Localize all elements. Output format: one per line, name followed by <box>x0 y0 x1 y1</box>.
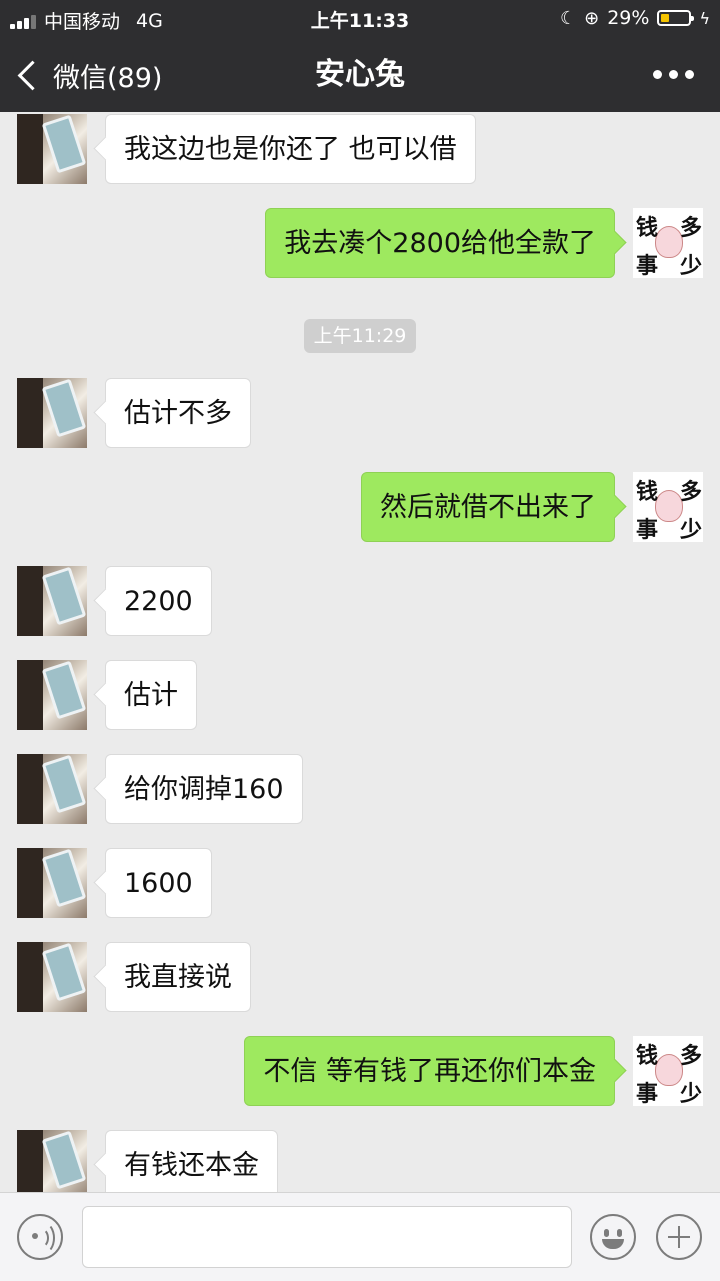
avatar-glyph: 钱 <box>636 479 659 505</box>
message-text: 2200 <box>124 586 193 617</box>
contact-avatar[interactable] <box>17 114 87 184</box>
outgoing-message-bubble[interactable]: 我去凑个2800给他全款了 <box>265 208 615 278</box>
message-row: 我这边也是你还了 也可以借 <box>0 114 720 184</box>
message-text: 我这边也是你还了 也可以借 <box>124 134 457 165</box>
avatar-glyph: 少 <box>680 517 703 542</box>
avatar-glyph: 钱 <box>636 1043 659 1069</box>
avatar-glyph: 多 <box>680 479 703 505</box>
avatar-glyph: 钱 <box>636 215 659 241</box>
chat-area[interactable]: 上午11:29 我这边也是你还了 也可以借钱多事少我去凑个2800给他全款了 估计… <box>0 112 720 1192</box>
incoming-message-bubble[interactable]: 我直接说 <box>105 942 251 1012</box>
outgoing-message-bubble[interactable]: 不信 等有钱了再还你们本金 <box>244 1036 615 1106</box>
contact-avatar[interactable] <box>17 754 87 824</box>
contact-avatar[interactable] <box>17 848 87 918</box>
status-right: ☾ ⊕ 29% ϟ <box>560 7 710 29</box>
my-avatar[interactable]: 钱多事少 <box>633 1036 703 1106</box>
message-row: 钱多事少 不信 等有钱了再还你们本金 <box>0 1036 720 1106</box>
message-row: 我直接说 <box>0 942 720 1012</box>
avatar-glyph: 多 <box>680 1043 703 1069</box>
incoming-message-bubble[interactable]: 我这边也是你还了 也可以借 <box>105 114 476 184</box>
avatar-glyph: 少 <box>680 253 703 278</box>
emoji-icon[interactable] <box>590 1214 636 1260</box>
message-text: 然后就借不出来了 <box>380 492 596 523</box>
message-row: 有钱还本金 <box>0 1130 720 1192</box>
rotation-lock-icon: ⊕ <box>584 7 600 29</box>
chat-title: 安心兔 <box>315 57 405 92</box>
message-text: 我去凑个2800给他全款了 <box>284 228 596 259</box>
charging-icon: ϟ <box>699 8 710 28</box>
message-row: 钱多事少 我去凑个2800给他全款了 <box>0 208 720 278</box>
message-text: 给你调掉160 <box>124 774 284 805</box>
contact-avatar[interactable] <box>17 378 87 448</box>
contact-avatar[interactable] <box>17 942 87 1012</box>
avatar-glyph: 事 <box>636 253 659 278</box>
voice-icon[interactable] <box>17 1214 63 1260</box>
battery-icon <box>657 10 695 26</box>
input-bar <box>0 1192 720 1281</box>
message-text: 不信 等有钱了再还你们本金 <box>263 1056 596 1087</box>
message-text: 估计不多 <box>124 398 232 429</box>
message-text: 有钱还本金 <box>124 1150 259 1181</box>
message-row: 估计不多 <box>0 378 720 448</box>
more-dots-icon[interactable] <box>653 70 694 79</box>
plus-icon[interactable] <box>656 1214 702 1260</box>
message-row: 估计 <box>0 660 720 730</box>
contact-avatar[interactable] <box>17 660 87 730</box>
contact-avatar[interactable] <box>17 566 87 636</box>
message-row: 2200 <box>0 566 720 636</box>
nav-bar: 微信(89) 安心兔 <box>0 38 720 112</box>
contact-avatar[interactable] <box>17 1130 87 1192</box>
incoming-message-bubble[interactable]: 估计不多 <box>105 378 251 448</box>
message-row: 1600 <box>0 848 720 918</box>
incoming-message-bubble[interactable]: 有钱还本金 <box>105 1130 278 1192</box>
message-row: 钱多事少 然后就借不出来了 <box>0 472 720 542</box>
message-timestamp: 上午11:29 <box>304 319 416 353</box>
incoming-message-bubble[interactable]: 1600 <box>105 848 212 918</box>
my-avatar[interactable]: 钱多事少 <box>633 208 703 278</box>
message-row: 给你调掉160 <box>0 754 720 824</box>
incoming-message-bubble[interactable]: 给你调掉160 <box>105 754 303 824</box>
message-text: 1600 <box>124 868 193 899</box>
moon-icon: ☾ <box>559 7 577 29</box>
outgoing-message-bubble[interactable]: 然后就借不出来了 <box>361 472 615 542</box>
avatar-glyph: 少 <box>680 1081 703 1106</box>
avatar-glyph: 事 <box>636 517 659 542</box>
avatar-glyph: 事 <box>636 1081 659 1106</box>
battery-percent: 29% <box>607 7 650 29</box>
incoming-message-bubble[interactable]: 2200 <box>105 566 212 636</box>
message-input[interactable] <box>82 1206 572 1268</box>
status-bar: 中国移动 4G 上午11:33 ☾ ⊕ 29% ϟ <box>0 0 720 38</box>
avatar-glyph: 多 <box>680 215 703 241</box>
incoming-message-bubble[interactable]: 估计 <box>105 660 197 730</box>
message-text: 我直接说 <box>124 962 232 993</box>
message-text: 估计 <box>124 680 178 711</box>
my-avatar[interactable]: 钱多事少 <box>633 472 703 542</box>
